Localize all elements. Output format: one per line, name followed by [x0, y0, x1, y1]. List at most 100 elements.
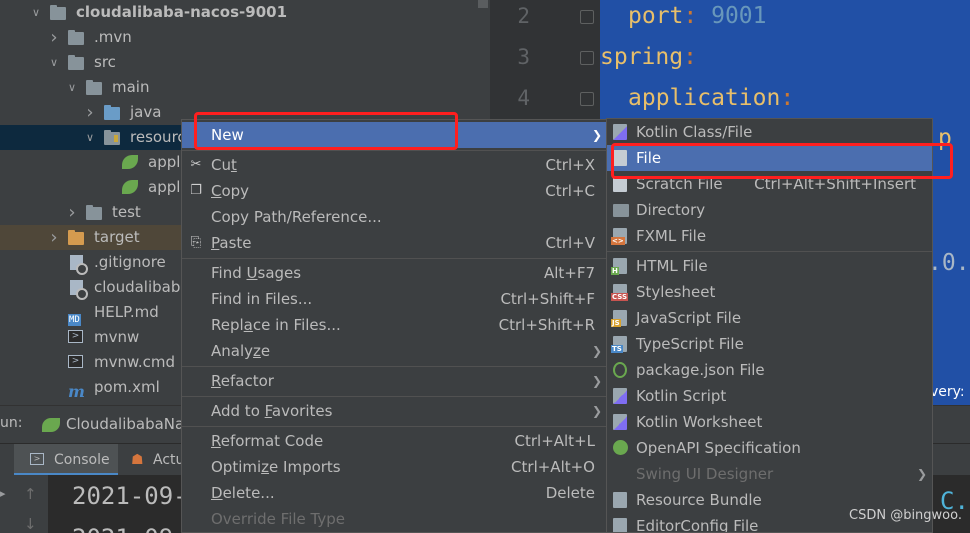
menu-item-find-usages[interactable]: Find Usages Alt+F7	[182, 260, 607, 286]
menu-item-shortcut: Ctrl+Alt+O	[511, 458, 595, 476]
menu-item-override-file-type: Override File Type	[182, 506, 607, 532]
chevron-down-icon[interactable]: ∨	[66, 75, 78, 100]
edge-marker-icon: ▸	[0, 487, 6, 500]
menu-item-swing-ui-designer: Swing UI Designer ❯	[607, 461, 932, 487]
source-folder-icon	[104, 105, 120, 120]
spring-config-icon	[122, 180, 138, 195]
line-number: 2	[517, 4, 530, 28]
menu-item-label: Find Usages	[211, 264, 302, 282]
editorconfig-icon	[613, 518, 627, 532]
console-line: 2021-09	[72, 524, 173, 533]
chevron-down-icon[interactable]: ∨	[48, 50, 60, 75]
menu-item-label: OpenAPI Specification	[636, 439, 801, 457]
tree-row[interactable]: ∨ cloudalibaba-nacos-9001	[0, 0, 490, 25]
fold-marker-icon[interactable]	[580, 51, 594, 65]
tree-scrollbar[interactable]	[478, 0, 488, 8]
watermark: CSDN @bingwoo.	[849, 508, 962, 523]
chevron-down-icon[interactable]: ∨	[30, 0, 42, 25]
tree-row-label: target	[94, 228, 140, 246]
chevron-right-icon[interactable]: ›	[66, 200, 78, 225]
scroll-down-icon[interactable]: ↓	[24, 515, 37, 533]
tree-row-label: cloudalibaba-nacos-9001	[76, 3, 288, 21]
submenu-arrow-icon: ❯	[591, 374, 602, 388]
tab-console[interactable]: > Console	[14, 444, 118, 476]
menu-item-refactor[interactable]: Refactor ❯	[182, 368, 607, 394]
menu-item-label: Copy	[211, 182, 250, 200]
run-config-name[interactable]: CloudalibabaNa	[66, 415, 184, 433]
actuator-icon: ☗	[131, 452, 144, 468]
menu-item-label: HTML File	[636, 257, 708, 275]
module-folder-icon	[50, 5, 66, 20]
menu-item-label: EditorConfig File	[636, 517, 759, 533]
context-menu: New ❯ ✂ Cut Ctrl+X ❐ Copy Ctrl+C Copy Path/Refer…	[181, 119, 608, 533]
menu-item-label: Replace in Files...	[211, 316, 341, 334]
menu-item-directory[interactable]: Directory	[607, 197, 932, 223]
menu-item-kotlin-script[interactable]: Kotlin Script	[607, 383, 932, 409]
menu-item-shortcut: Delete	[545, 484, 595, 502]
gitignore-file-icon	[68, 255, 84, 270]
tree-row[interactable]: ∨ src	[0, 50, 490, 75]
menu-item-copy-path-reference[interactable]: Copy Path/Reference...	[182, 204, 607, 230]
menu-item-label: Override File Type	[211, 510, 345, 528]
menu-item-package-json-file[interactable]: package.json File	[607, 357, 932, 383]
menu-item-kotlin-class-file[interactable]: Kotlin Class/File	[607, 119, 932, 145]
resource-bundle-icon	[613, 492, 627, 508]
menu-item-typescript-file[interactable]: TS TypeScript File	[607, 331, 932, 357]
tree-row-label: HELP.md	[94, 303, 159, 321]
menu-separator	[607, 251, 932, 252]
menu-item-label: Copy Path/Reference...	[211, 208, 382, 226]
tree-row-label: pom.xml	[94, 378, 160, 396]
menu-item-copy[interactable]: ❐ Copy Ctrl+C	[182, 178, 607, 204]
chevron-right-icon[interactable]: ›	[84, 100, 96, 125]
tree-row-label: test	[112, 203, 141, 221]
markdown-file-icon: MD	[68, 305, 84, 326]
file-type-badge: TS	[611, 345, 623, 353]
menu-item-label: Kotlin Class/File	[636, 123, 753, 141]
menu-item-replace-in-files[interactable]: Replace in Files... Ctrl+Shift+R	[182, 312, 607, 338]
scissors-icon: ✂	[190, 157, 202, 172]
menu-item-find-in-files[interactable]: Find in Files... Ctrl+Shift+F	[182, 286, 607, 312]
tree-row[interactable]: › .mvn	[0, 25, 490, 50]
menu-item-label: Delete...	[211, 484, 275, 502]
menu-item-delete[interactable]: Delete... Delete	[182, 480, 607, 506]
menu-item-add-to-favorites[interactable]: Add to Favorites ❯	[182, 398, 607, 424]
menu-item-html-file[interactable]: H HTML File	[607, 253, 932, 279]
menu-item-label: Kotlin Script	[636, 387, 727, 405]
html-file-icon: H	[611, 258, 627, 275]
menu-item-kotlin-worksheet[interactable]: Kotlin Worksheet	[607, 409, 932, 435]
tree-row[interactable]: ∨ main	[0, 75, 490, 100]
fold-marker-icon[interactable]	[580, 92, 594, 106]
menu-item-fxml-file[interactable]: <> FXML File	[607, 223, 932, 249]
menu-item-shortcut: Ctrl+Shift+F	[500, 290, 595, 308]
chevron-right-icon[interactable]: ›	[48, 25, 60, 50]
menu-item-label: Cut	[211, 156, 237, 174]
menu-item-shortcut: Ctrl+V	[545, 234, 595, 252]
folder-icon	[86, 80, 102, 95]
scroll-up-icon[interactable]: ↑	[24, 485, 37, 503]
file-type-badge: <>	[611, 237, 625, 245]
submenu-arrow-icon: ❯	[591, 404, 602, 418]
menu-item-label: package.json File	[636, 361, 765, 379]
chevron-right-icon[interactable]: ›	[48, 225, 60, 250]
menu-item-shortcut: Ctrl+Alt+L	[514, 432, 596, 450]
menu-item-reformat-code[interactable]: Reformat Code Ctrl+Alt+L	[182, 428, 607, 454]
menu-item-stylesheet[interactable]: CSS Stylesheet	[607, 279, 932, 305]
menu-separator	[182, 426, 607, 427]
menu-item-label: Paste	[211, 234, 252, 252]
directory-icon	[613, 204, 629, 217]
cmd-file-icon: >	[68, 355, 84, 370]
tree-row-label: .gitignore	[94, 253, 166, 271]
css-file-icon: CSS	[611, 284, 629, 301]
menu-item-cut[interactable]: ✂ Cut Ctrl+X	[182, 152, 607, 178]
tree-row-label: .mvn	[94, 28, 132, 46]
menu-item-javascript-file[interactable]: JS JavaScript File	[607, 305, 932, 331]
menu-item-shortcut: Alt+F7	[543, 264, 595, 282]
fold-marker-icon[interactable]	[580, 10, 594, 24]
menu-item-label: Resource Bundle	[636, 491, 762, 509]
menu-item-optimize-imports[interactable]: Optimize Imports Ctrl+Alt+O	[182, 454, 607, 480]
menu-item-paste[interactable]: ⎘ Paste Ctrl+V	[182, 230, 607, 256]
chevron-down-icon[interactable]: ∨	[84, 125, 96, 150]
menu-item-openapi-specification[interactable]: OpenAPI Specification	[607, 435, 932, 461]
menu-item-analyze[interactable]: Analyze ❯	[182, 338, 607, 364]
tab-actuator[interactable]: ☗ Actu	[128, 444, 188, 476]
